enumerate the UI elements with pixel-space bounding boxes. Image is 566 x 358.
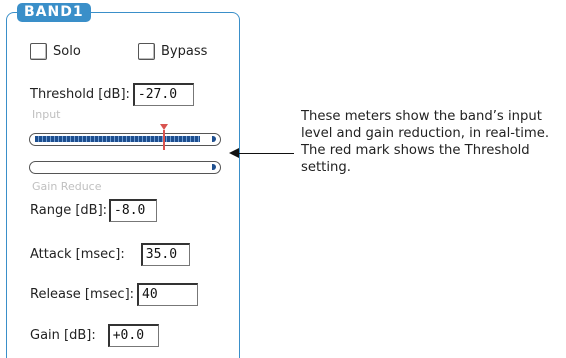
solo-label: Solo	[53, 43, 81, 59]
attack-row: Attack [msec]: 35.0	[30, 243, 190, 266]
threshold-marker-line	[163, 130, 165, 150]
bypass-checkbox[interactable]	[138, 42, 155, 60]
release-field[interactable]: 40	[137, 283, 199, 306]
gain-row: Gain [dB]: +0.0	[30, 324, 159, 347]
callout-arrow-line	[238, 153, 294, 155]
gain-reduce-meter	[29, 161, 221, 174]
solo-checkbox[interactable]	[30, 42, 47, 60]
gain-label: Gain [dB]	[30, 328, 92, 343]
range-label: Range [dB]	[30, 203, 103, 218]
bypass-label: Bypass	[161, 43, 208, 59]
solo-toggle[interactable]: Solo	[30, 41, 81, 61]
input-meter-label: Input	[32, 108, 61, 121]
gain-field[interactable]: +0.0	[107, 324, 159, 347]
range-field[interactable]: -8.0	[109, 199, 158, 222]
threshold-field[interactable]: -27.0	[132, 83, 194, 106]
release-label: Release [msec]	[30, 287, 130, 302]
release-row: Release [msec]: 40	[30, 283, 199, 306]
attack-label: Attack [msec]	[30, 247, 121, 262]
threshold-label: Threshold [dB]	[30, 87, 126, 102]
gain-reduce-meter-label: Gain Reduce	[32, 180, 102, 193]
input-meter	[29, 133, 221, 146]
input-meter-fill	[35, 136, 200, 142]
threshold-row: Threshold [dB]: -27.0	[30, 83, 194, 106]
bypass-toggle[interactable]: Bypass	[138, 41, 207, 61]
band-title: BAND1	[17, 3, 91, 22]
range-row: Range [dB]: -8.0	[30, 199, 158, 222]
callout-text: These meters show the band’s input level…	[301, 109, 550, 175]
attack-field[interactable]: 35.0	[140, 243, 190, 266]
